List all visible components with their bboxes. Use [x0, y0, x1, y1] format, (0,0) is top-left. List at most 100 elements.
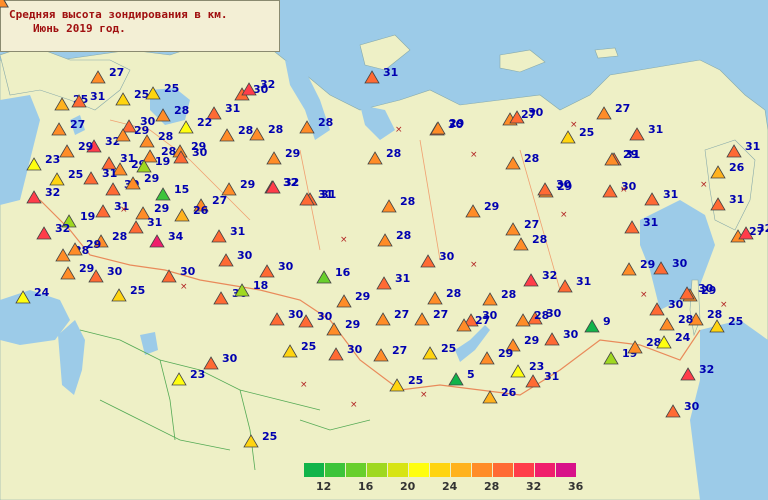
station-value: 29	[240, 178, 256, 191]
station-value: 30	[563, 328, 579, 341]
station-value: 23	[190, 368, 206, 381]
station-value: 27	[70, 118, 86, 131]
legend-label: 16	[358, 480, 374, 493]
station-value: 31	[230, 225, 246, 238]
station-value: 27	[615, 102, 631, 115]
station-value: 24	[675, 331, 691, 344]
legend-swatch	[493, 463, 513, 477]
station-value: 29	[640, 258, 656, 271]
cross-mark-icon: ×	[560, 210, 568, 220]
station-value: 25	[164, 82, 180, 95]
station-value: 29	[86, 238, 102, 251]
station-value: 30	[556, 178, 572, 191]
station-value: 29	[154, 202, 170, 215]
cross-mark-icon: ×	[420, 390, 428, 400]
station-value: 31	[102, 167, 118, 180]
cross-mark-icon: ×	[720, 300, 728, 310]
legend-label: 36	[568, 480, 584, 493]
station-value: 30	[528, 106, 544, 119]
legend-label: 20	[400, 480, 416, 493]
cross-mark-icon: ×	[570, 120, 578, 130]
station-value: 15	[174, 183, 190, 196]
station-value: 28	[268, 123, 284, 136]
station-value: 28	[158, 130, 174, 143]
station-value: 27	[392, 344, 408, 357]
station-value: 30	[698, 282, 714, 295]
station-value: 30	[278, 260, 294, 273]
station-value: 29	[623, 148, 639, 161]
legend-swatch	[430, 463, 450, 477]
legend-swatch	[388, 463, 408, 477]
station-value: 26	[193, 204, 209, 217]
station-value: 16	[335, 266, 351, 279]
cross-mark-icon: ×	[180, 282, 188, 292]
station-value: 25	[579, 126, 595, 139]
station-value: 29	[144, 172, 160, 185]
station-value: 32	[55, 222, 71, 235]
station-value: 29	[484, 200, 500, 213]
station-value: 29	[524, 334, 540, 347]
station-value: 28	[396, 229, 412, 242]
station-value: 32	[45, 186, 61, 199]
station-value: 31	[729, 193, 745, 206]
station-value: 29	[449, 117, 465, 130]
legend-label: 12	[316, 480, 332, 493]
station-value: 29	[12, 0, 27, 3]
station-value: 30	[180, 265, 196, 278]
station-value: 28	[174, 104, 190, 117]
station-value: 31	[648, 123, 664, 136]
japan-sea	[690, 320, 768, 500]
station-value: 31	[90, 90, 106, 103]
legend-label: 24	[442, 480, 458, 493]
station-value: 25	[301, 340, 317, 353]
map-title: Средняя высота зондирования в км. Июнь 2…	[0, 0, 280, 52]
station-value: 31	[663, 188, 679, 201]
legend-label: 32	[526, 480, 542, 493]
station-value: 26	[729, 161, 745, 174]
station-value: 31	[395, 272, 411, 285]
station-value: 26	[501, 386, 517, 399]
legend-swatch	[346, 463, 366, 477]
legend-swatch	[451, 463, 471, 477]
station-value: 24	[34, 286, 50, 299]
station-value: 18	[253, 279, 269, 292]
station-value: 31	[383, 66, 399, 79]
station-value: 25	[728, 315, 744, 328]
station-value: 29	[355, 290, 371, 303]
station-value: 29	[285, 147, 301, 160]
station-value: 19	[80, 210, 96, 223]
wrangel-island	[594, 47, 619, 59]
station-value: 29	[498, 347, 514, 360]
legend-swatch	[472, 463, 492, 477]
station-value: 27	[394, 308, 410, 321]
station-value: 25	[262, 430, 278, 443]
cross-mark-icon: ×	[620, 185, 628, 195]
station-value: 28	[446, 287, 462, 300]
station-value: 30	[107, 265, 123, 278]
station-value: 30	[684, 400, 700, 413]
station-value: 32	[542, 269, 558, 282]
station-value: 25	[408, 374, 424, 387]
station-value: 30	[192, 146, 208, 159]
legend-swatch	[325, 463, 345, 477]
station-value: 27	[109, 66, 125, 79]
station-value: 29	[345, 318, 361, 331]
legend-label: 28	[484, 480, 500, 493]
station-value: 32	[260, 78, 276, 91]
station-value: 9	[603, 315, 611, 328]
cross-mark-icon: ×	[120, 205, 128, 215]
station-value: 27	[475, 314, 491, 327]
cross-mark-icon: ×	[700, 180, 708, 190]
station-value: 28	[400, 195, 416, 208]
station-value: 30	[672, 257, 688, 270]
station-value: 25	[68, 168, 84, 181]
station-value: 27	[212, 194, 228, 207]
legend-swatch	[556, 463, 576, 477]
station-value: 29	[78, 140, 94, 153]
station-value: 28	[386, 147, 402, 160]
station-value: 32	[757, 222, 768, 235]
station-value: 28	[532, 233, 548, 246]
station-value: 32	[699, 363, 715, 376]
station-value: 31	[147, 216, 163, 229]
station-value: 31	[643, 216, 659, 229]
